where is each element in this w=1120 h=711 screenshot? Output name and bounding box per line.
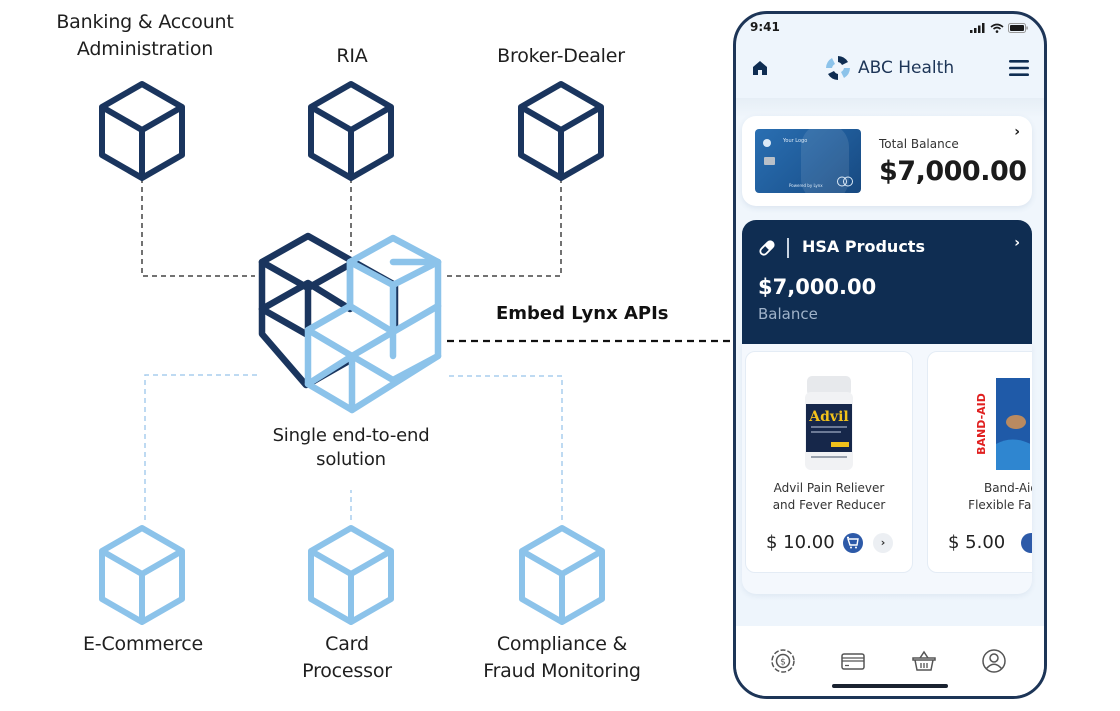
debit-card-image: Your Logo Powered by Lynx: [755, 129, 861, 193]
top-cubes: [99, 81, 604, 181]
brand: ABC Health: [824, 54, 954, 82]
bottom-tab-bar: $: [736, 626, 1044, 696]
status-icons: [970, 23, 1028, 33]
advil-brand-text: Advil: [808, 409, 848, 425]
connector-ecommerce: [144, 374, 258, 520]
cart-icon: [847, 536, 859, 549]
product-card-advil[interactable]: Advil Advil Pain Reliever and Fever Redu…: [745, 351, 913, 573]
cube-icon-ecommerce: [99, 525, 185, 625]
chevron-right-icon[interactable]: ›: [1014, 235, 1020, 251]
total-balance-card[interactable]: Your Logo Powered by Lynx Total Balance …: [742, 116, 1032, 206]
dollar-coin-icon[interactable]: $: [770, 648, 796, 674]
chevron-right-icon: ›: [880, 536, 886, 549]
content-scroll-area[interactable]: Your Logo Powered by Lynx Total Balance …: [736, 98, 1044, 630]
embed-apis-label: Embed Lynx APIs: [496, 303, 669, 324]
total-balance-label: Total Balance: [879, 137, 959, 151]
product-name-line: Flexible Fabric: [968, 498, 1032, 512]
card-logo-text: Your Logo: [783, 138, 808, 144]
basket-icon[interactable]: [911, 648, 937, 674]
product-name-line: Band-Aid: [983, 481, 1032, 495]
node-label-banking: Banking & Account Administration: [56, 9, 234, 63]
product-details-button[interactable]: ›: [873, 533, 893, 553]
light-cluster: [304, 234, 442, 414]
home-indicator: [832, 684, 948, 688]
hsa-balance-value: $7,000.00: [758, 275, 877, 299]
add-to-cart-button[interactable]: [843, 533, 863, 553]
architecture-diagram: Banking & Account Administration RIA Bro…: [0, 0, 733, 711]
label-line: Broker-Dealer: [497, 45, 625, 67]
connector-banking: [141, 178, 255, 277]
product-name-line: and Fever Reducer: [772, 498, 886, 512]
label-line: solution: [316, 449, 386, 470]
credit-card-icon[interactable]: [840, 648, 866, 674]
card-network-icon: [837, 176, 853, 187]
product-name: Band-Aid Flexible Fabric: [928, 480, 1032, 514]
diagram-canvas: [99, 81, 733, 625]
node-label-card-processor: Card Processor: [302, 631, 392, 685]
status-bar: 9:41: [736, 14, 1044, 48]
card-chip-icon: [764, 157, 775, 165]
label-line: RIA: [336, 45, 368, 67]
cube-icon-banking: [99, 81, 185, 181]
connector-compliance: [447, 375, 563, 520]
pill-icon: [759, 240, 775, 256]
cube-icon-compliance: [519, 525, 605, 625]
cube-icon-card-processor: [308, 525, 394, 625]
label-line: Banking & Account: [56, 11, 234, 33]
hsa-balance-label: Balance: [758, 305, 818, 323]
solution-label: Single end-to-end solution: [273, 424, 430, 472]
brand-name: ABC Health: [858, 58, 955, 78]
signal-icon: [970, 23, 985, 33]
total-balance-value: $7,000.00: [879, 156, 1027, 187]
label-line: E-Commerce: [83, 633, 203, 655]
bottom-cubes: [99, 525, 605, 625]
phone-mockup: 9:41 ABC Health Your Logo Powered by Lyn…: [733, 11, 1047, 699]
app-header: ABC Health: [736, 48, 1044, 98]
product-name-line: Advil Pain Reliever: [773, 481, 885, 495]
solution-cluster-icon: [258, 232, 442, 414]
chevron-right-icon[interactable]: ›: [1014, 124, 1020, 140]
product-price: $ 10.00: [766, 532, 835, 553]
divider: [787, 238, 789, 258]
label-line: Compliance &: [496, 633, 628, 655]
label-line: Single end-to-end: [272, 425, 430, 446]
cube-icon-broker-dealer: [518, 81, 604, 181]
label-line: Processor: [302, 660, 392, 682]
battery-icon: [1008, 23, 1028, 33]
status-time: 9:41: [750, 20, 780, 34]
node-label-ecommerce: E-Commerce: [83, 631, 203, 658]
dark-cluster: [258, 232, 399, 389]
product-carousel[interactable]: Advil Advil Pain Reliever and Fever Redu…: [742, 344, 1032, 594]
wifi-icon: [990, 23, 1004, 33]
connector-broker: [447, 178, 562, 277]
card-logo-icon: [763, 139, 771, 147]
node-label-compliance: Compliance & Fraud Monitoring: [483, 631, 641, 685]
band-aid-brand-text: BAND-AID: [975, 393, 988, 455]
hsa-title: HSA Products: [802, 237, 925, 256]
hamburger-menu-icon[interactable]: [1008, 58, 1030, 78]
label-line: Fraud Monitoring: [483, 660, 641, 682]
advil-bottle-image: Advil: [805, 376, 853, 470]
node-label-broker-dealer: Broker-Dealer: [497, 43, 625, 70]
add-to-cart-button[interactable]: [1021, 533, 1032, 553]
product-card-band-aid[interactable]: BAND-AID Band-Aid Flexible Fabric $ 5.00: [927, 351, 1032, 573]
profile-icon[interactable]: [981, 648, 1007, 674]
product-name: Advil Pain Reliever and Fever Reducer: [746, 480, 912, 514]
band-aid-box-image: BAND-AID: [974, 378, 1030, 470]
svg-text:$: $: [780, 658, 786, 668]
hsa-products-card[interactable]: HSA Products › $7,000.00 Balance: [742, 220, 1032, 344]
home-icon[interactable]: [750, 58, 770, 78]
label-line: Card: [325, 633, 369, 655]
node-label-ria: RIA: [336, 43, 367, 70]
product-price: $ 5.00: [948, 532, 1006, 553]
card-powered-text: Powered by Lynx: [789, 183, 823, 188]
brand-logo-icon: [826, 56, 850, 80]
label-line: Administration: [76, 38, 214, 60]
cube-icon-ria: [308, 81, 394, 181]
